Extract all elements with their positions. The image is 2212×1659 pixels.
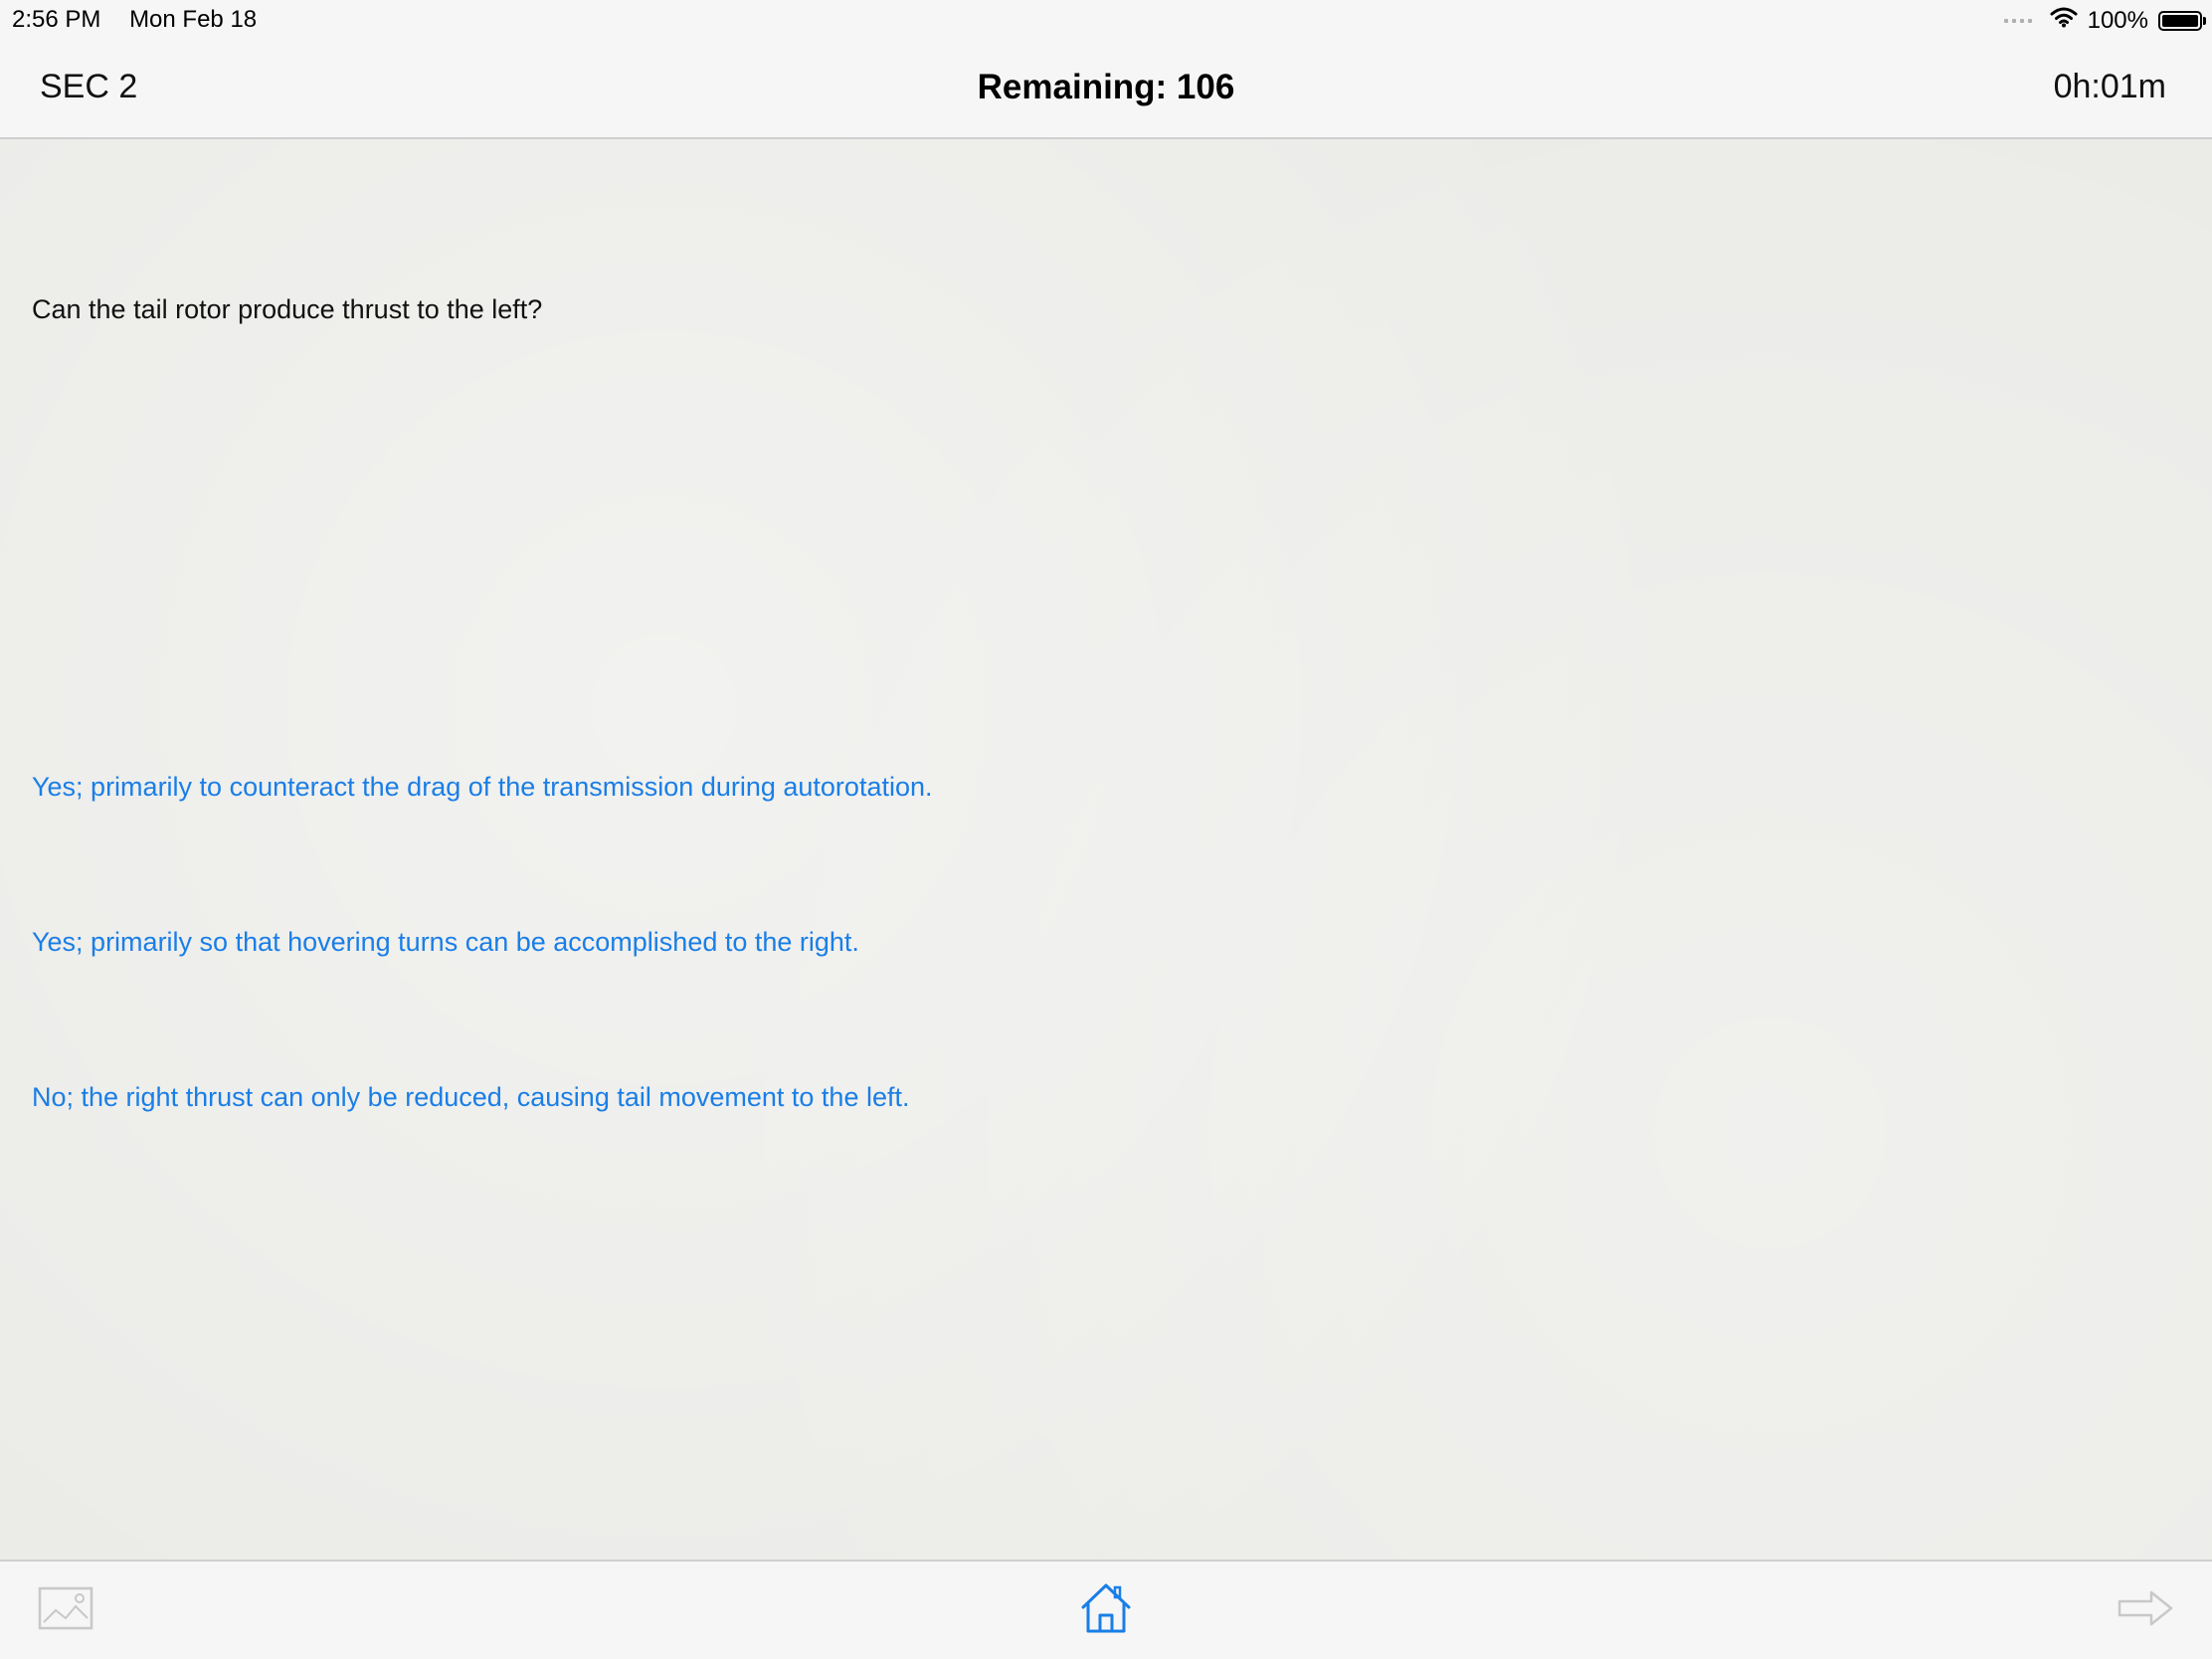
wifi-icon [2050, 6, 2078, 35]
status-time: 2:56 PM [12, 6, 101, 33]
battery-percent: 100% [2087, 6, 2148, 34]
bottom-toolbar [0, 1560, 2212, 1659]
status-left: 2:56 PM Mon Feb 18 [12, 6, 257, 34]
home-icon [1079, 1581, 1133, 1640]
status-bar: 2:56 PM Mon Feb 18 100% [0, 0, 2212, 40]
next-arrow-icon [2118, 1588, 2175, 1633]
elapsed-timer: 0h:01m [2053, 68, 2166, 105]
home-button[interactable] [1076, 1583, 1136, 1635]
answer-option-3[interactable]: No; the right thrust can only be reduced… [32, 1082, 909, 1113]
image-icon [38, 1586, 93, 1635]
next-button[interactable] [2117, 1585, 2176, 1635]
remaining-title: Remaining: 106 [977, 68, 1235, 106]
nav-bar: SEC 2 Remaining: 106 0h:01m [0, 40, 2212, 139]
status-right: 100% [2003, 6, 2206, 35]
image-button[interactable] [36, 1585, 95, 1635]
status-date: Mon Feb 18 [129, 6, 258, 33]
question-text: Can the tail rotor produce thrust to the… [32, 294, 543, 324]
answer-option-1[interactable]: Yes; primarily to counteract the drag of… [32, 772, 933, 803]
battery-icon [2158, 10, 2206, 31]
question-area: Can the tail rotor produce thrust to the… [0, 139, 2212, 1560]
signal-dots-icon [2003, 18, 2032, 23]
answer-option-2[interactable]: Yes; primarily so that hovering turns ca… [32, 927, 859, 958]
